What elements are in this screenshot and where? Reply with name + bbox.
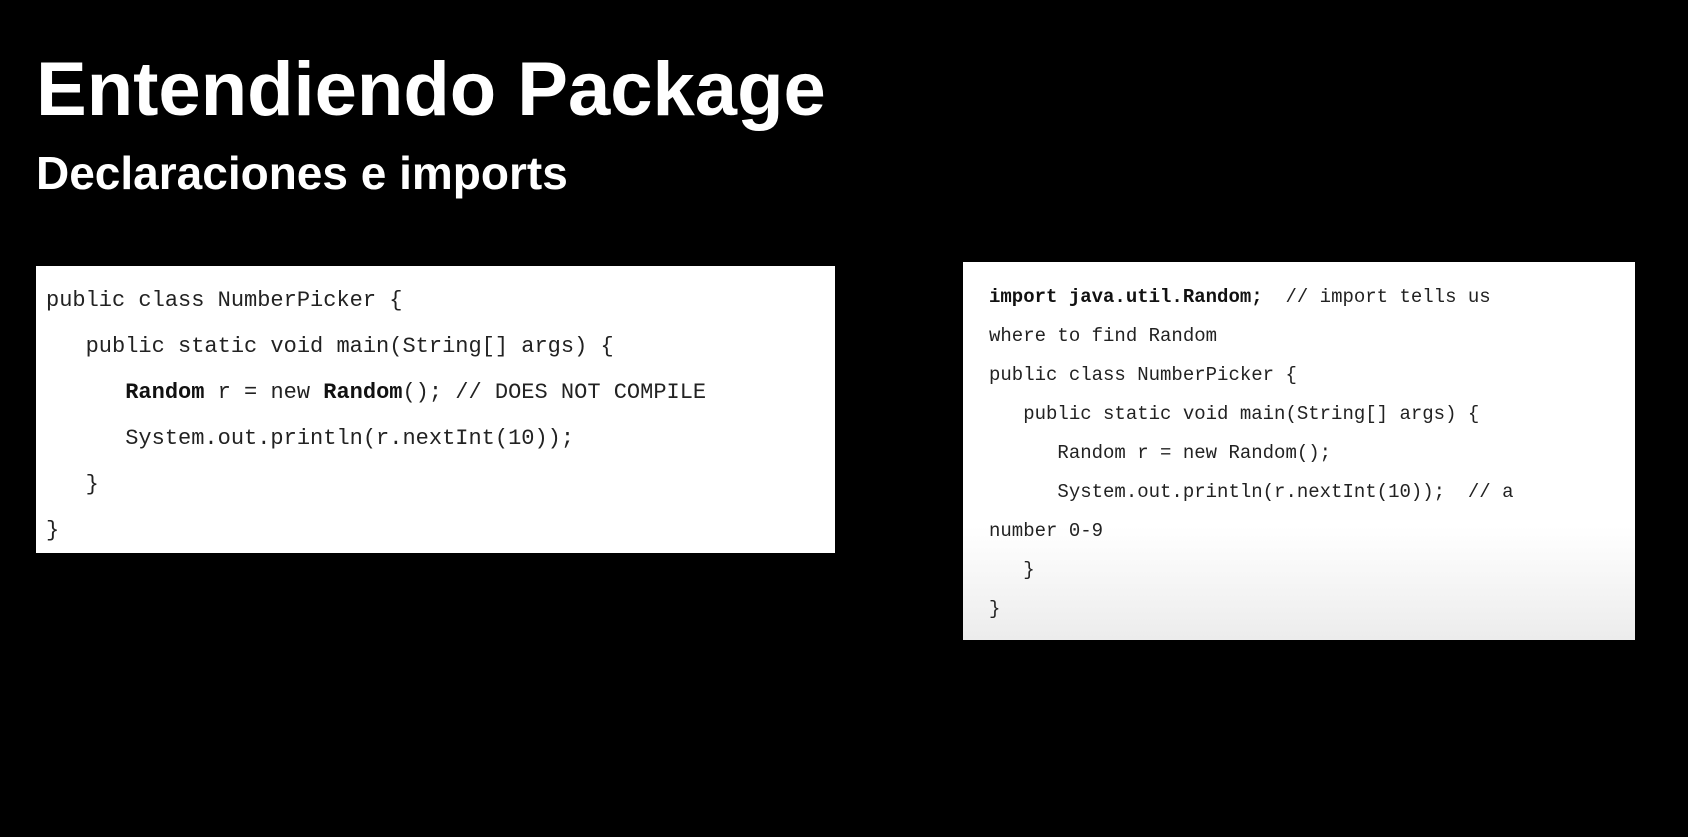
code-line: public class NumberPicker { — [46, 288, 403, 313]
code-line: System.out.println(r.nextInt(10)); — [46, 426, 575, 451]
bold-keyword: Random — [125, 380, 205, 405]
code-line: where to find Random — [989, 325, 1218, 347]
bold-keyword: Random — [323, 380, 403, 405]
code-line: } — [989, 559, 1035, 581]
code-snippet-with-import: import java.util.Random; // import tells… — [963, 262, 1635, 640]
code-line: public static void main(String[] args) { — [989, 403, 1480, 425]
code-line: Random r = new Random(); // DOES NOT COM… — [125, 380, 707, 405]
code-snippet-without-import: public class NumberPicker { public stati… — [36, 266, 835, 553]
code-line: } — [46, 518, 60, 543]
code-line: number 0-9 — [989, 520, 1104, 542]
code-line: import java.util.Random; // import tells… — [989, 286, 1491, 308]
code-line: public class NumberPicker { — [989, 364, 1297, 386]
code-line: Random r = new Random(); — [989, 442, 1332, 464]
code-line: public static void main(String[] args) { — [46, 334, 614, 359]
slide-subtitle: Declaraciones e imports — [36, 147, 568, 199]
slide-title: Entendiendo Package — [36, 47, 826, 132]
code-line: } — [46, 472, 99, 497]
slide: Entendiendo Package Declaraciones e impo… — [0, 0, 1688, 837]
bold-import-statement: import java.util.Random; — [989, 286, 1263, 308]
code-line: } — [989, 598, 1001, 620]
code-line: System.out.println(r.nextInt(10)); // a — [989, 481, 1514, 503]
